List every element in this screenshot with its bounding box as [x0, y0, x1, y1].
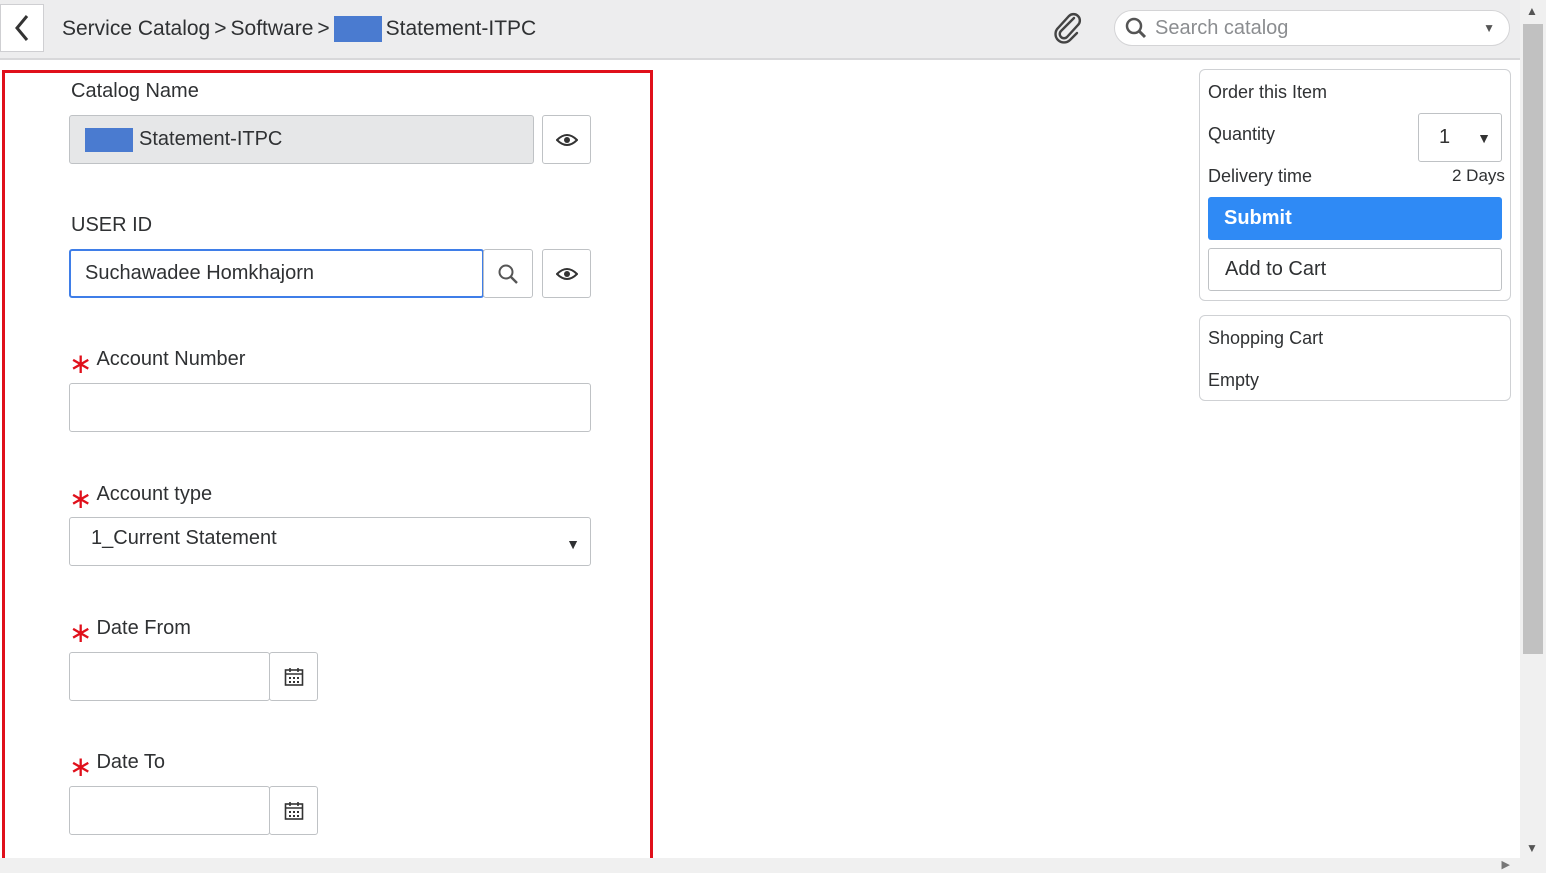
user-id-label-text: USER ID	[71, 214, 153, 236]
quantity-value: 1	[1439, 126, 1451, 148]
date-from-calendar-button[interactable]	[269, 652, 318, 701]
breadcrumb-current: Statement-ITPC	[385, 17, 537, 40]
delivery-time-label: Delivery time	[1208, 166, 1313, 186]
horizontal-scrollbar[interactable]: ▶	[0, 858, 1520, 873]
account-type-value: 1_Current Statement	[91, 527, 277, 549]
order-title: Order this Item	[1208, 82, 1328, 102]
delivery-time-value: 2 Days	[1452, 166, 1505, 185]
user-id-value: Suchawadee Homkhajorn	[85, 262, 315, 284]
vertical-scrollbar[interactable]: ▲ ▼	[1520, 0, 1546, 873]
back-button[interactable]	[0, 4, 44, 52]
date-to-input[interactable]	[69, 786, 270, 835]
catalog-name-label-text: Catalog Name	[71, 80, 199, 102]
account-number-label-text: Account Number	[96, 348, 246, 370]
chevron-down-icon[interactable]: ▼	[1483, 21, 1495, 35]
scroll-right-icon[interactable]: ▶	[1502, 858, 1510, 871]
eye-icon	[555, 133, 578, 146]
quantity-label: Quantity	[1208, 124, 1276, 144]
scroll-up-icon[interactable]: ▲	[1526, 4, 1538, 18]
header-bar: Service Catalog > Software > Statement-I…	[0, 0, 1520, 60]
date-from-label: ∗ Date From	[69, 616, 191, 648]
submit-button[interactable]: Submit	[1208, 197, 1502, 240]
breadcrumb-separator: >	[214, 17, 227, 40]
account-type-select[interactable]: 1_Current Statement ▼	[69, 517, 591, 566]
eye-icon	[555, 267, 578, 280]
required-asterisk-icon: ∗	[69, 347, 93, 379]
breadcrumb-software[interactable]: Software	[231, 17, 314, 41]
account-number-label: ∗ Account Number	[69, 347, 246, 379]
chevron-down-icon: ▼	[1477, 129, 1491, 146]
user-id-input[interactable]: Suchawadee Homkhajorn	[69, 249, 484, 298]
quantity-select[interactable]: 1 ▼	[1418, 113, 1502, 162]
date-from-input[interactable]	[69, 652, 270, 701]
scrollbar-thumb[interactable]	[1523, 24, 1543, 654]
catalog-name-preview-button[interactable]	[542, 115, 591, 164]
date-to-label: ∗ Date To	[69, 750, 166, 782]
date-to-calendar-button[interactable]	[269, 786, 318, 835]
required-asterisk-icon: ∗	[69, 482, 93, 514]
chevron-left-icon	[15, 15, 29, 41]
breadcrumb-service-catalog[interactable]: Service Catalog	[62, 17, 210, 41]
user-id-label: USER ID	[71, 214, 152, 237]
catalog-name-field: Statement-ITPC	[69, 115, 534, 164]
shopping-cart-title: Shopping Cart	[1208, 328, 1324, 348]
chevron-down-icon: ▼	[566, 535, 580, 552]
catalog-name-label: Catalog Name	[71, 80, 199, 103]
catalog-name-value: Statement-ITPC	[139, 128, 283, 150]
required-asterisk-icon: ∗	[69, 750, 93, 782]
account-number-input[interactable]	[69, 383, 591, 432]
search-icon	[498, 264, 518, 284]
calendar-icon	[284, 667, 303, 686]
paperclip-icon[interactable]	[1052, 12, 1084, 46]
breadcrumb: Service Catalog > Software > Statement-I…	[62, 16, 536, 42]
scroll-down-icon[interactable]: ▼	[1526, 841, 1538, 855]
search-icon	[1125, 17, 1147, 39]
add-to-cart-button[interactable]: Add to Cart	[1208, 248, 1502, 291]
user-id-lookup-button[interactable]	[483, 249, 533, 298]
search-catalog-input[interactable]: Search catalog ▼	[1114, 10, 1510, 46]
account-type-label-text: Account type	[96, 483, 213, 505]
date-from-label-text: Date From	[96, 617, 191, 639]
breadcrumb-separator: >	[317, 17, 330, 40]
shopping-cart-status: Empty	[1208, 370, 1260, 390]
required-asterisk-icon: ∗	[69, 616, 93, 648]
redaction-block	[85, 127, 133, 152]
user-id-preview-button[interactable]	[542, 249, 591, 298]
date-to-label-text: Date To	[96, 751, 166, 773]
calendar-icon	[284, 801, 303, 820]
redaction-block	[333, 16, 382, 42]
search-placeholder: Search catalog	[1155, 16, 1289, 39]
account-type-label: ∗ Account type	[69, 482, 213, 514]
